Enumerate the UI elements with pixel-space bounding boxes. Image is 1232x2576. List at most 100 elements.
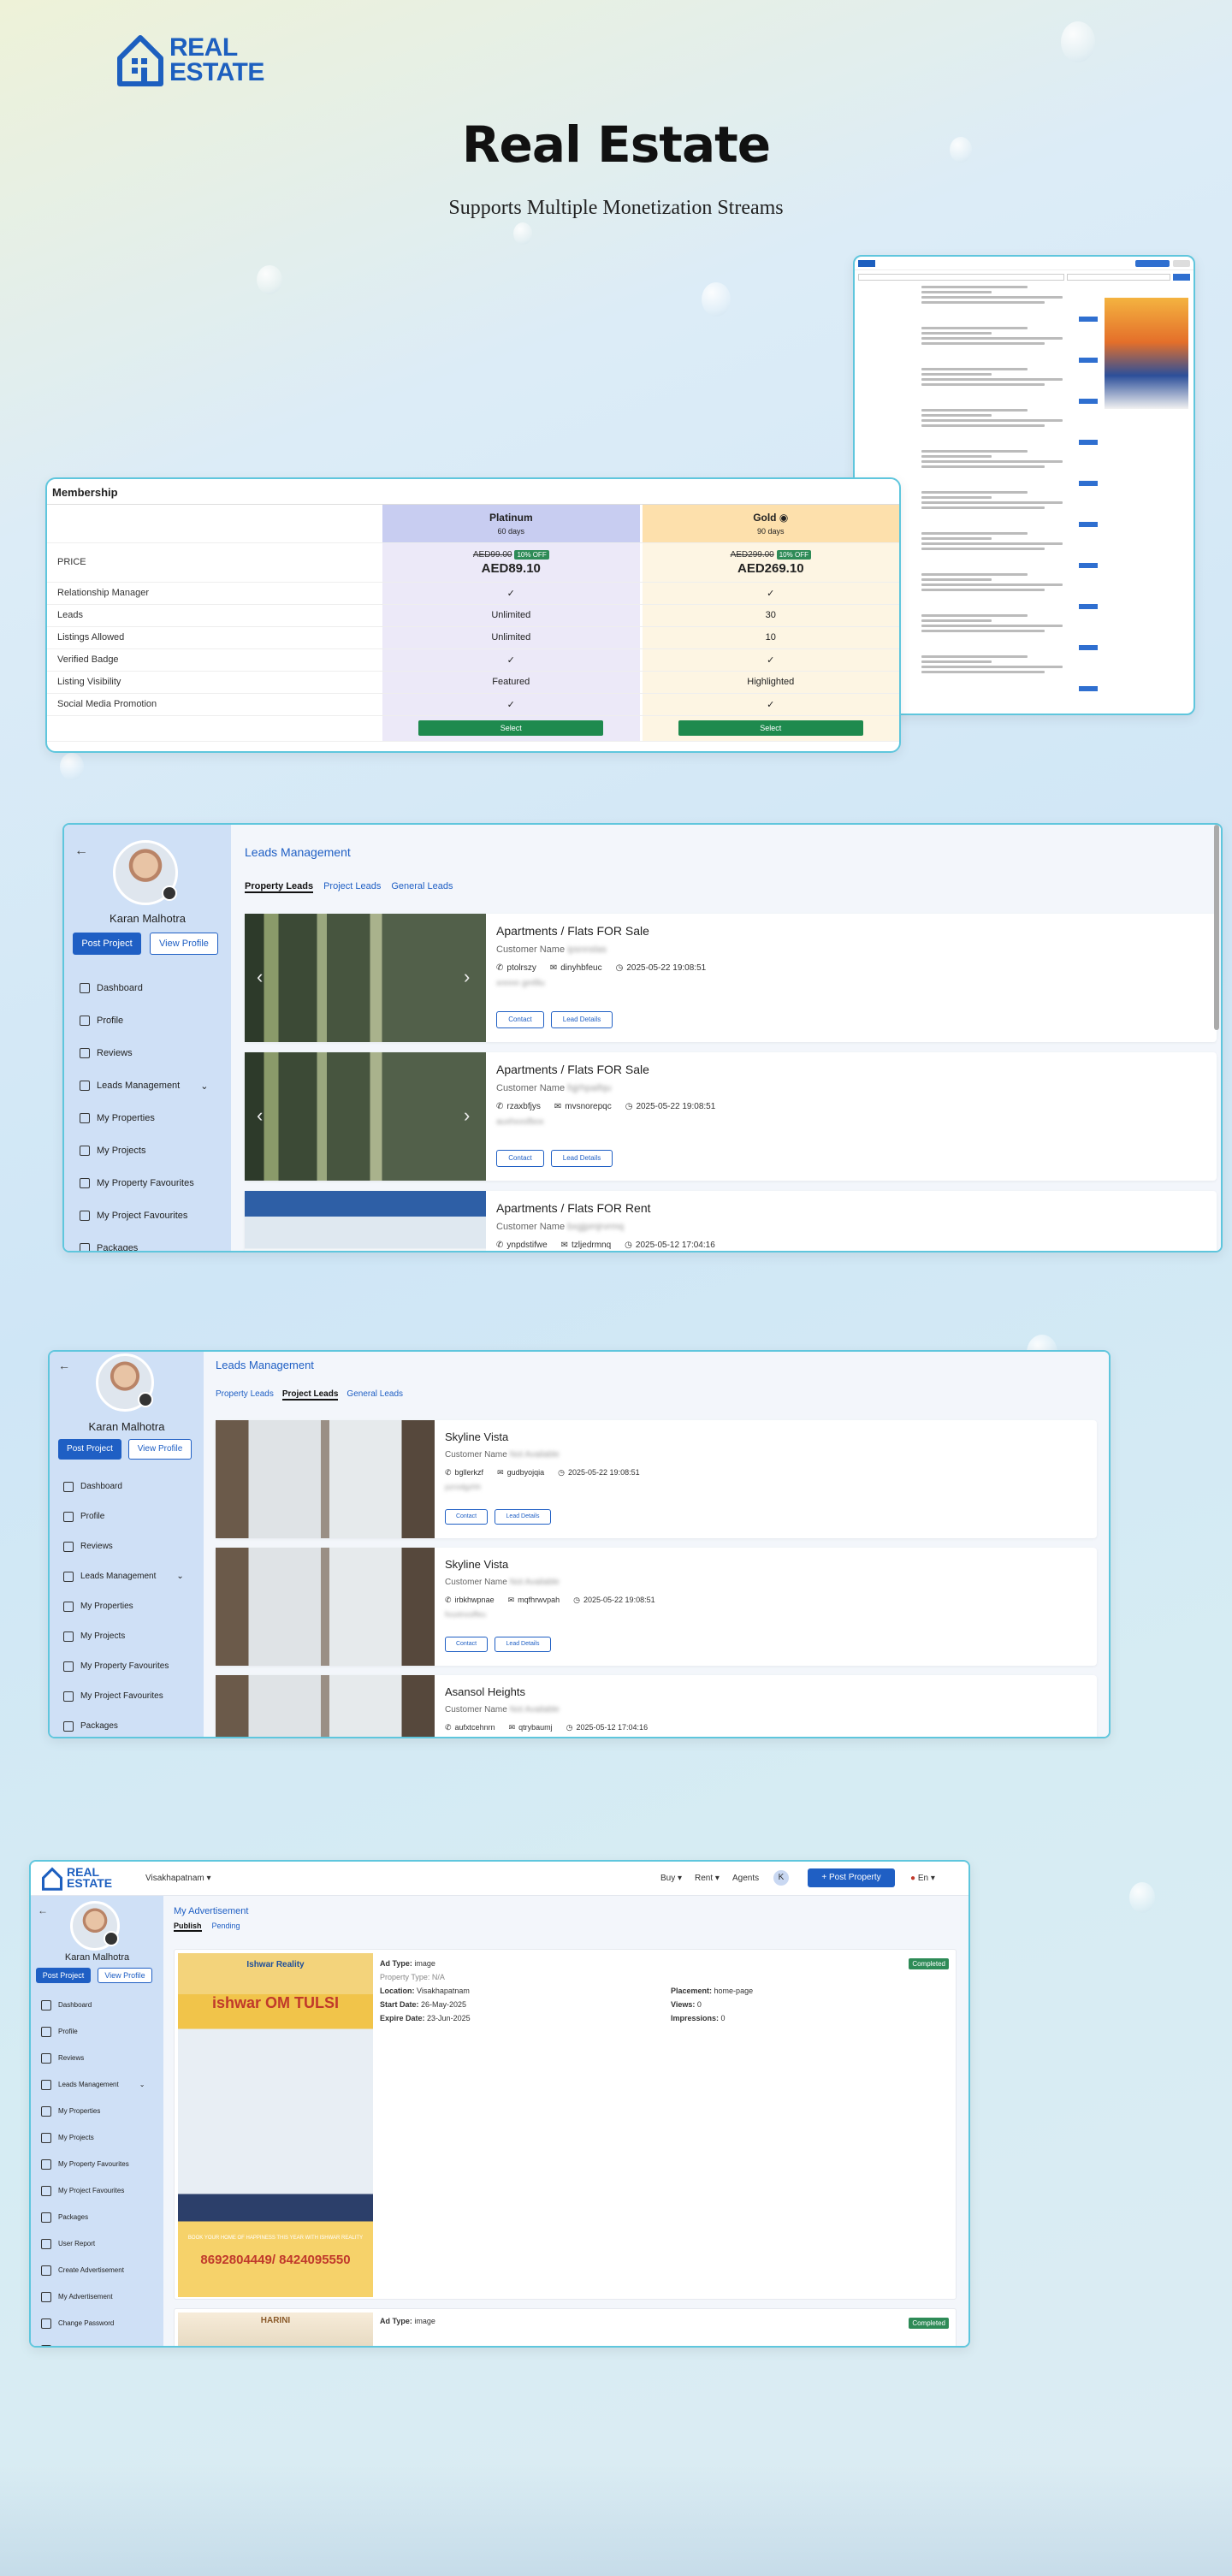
sidebar-item-my-project-favourites[interactable]: My Project Favourites <box>80 1199 208 1232</box>
lead-details-button[interactable]: Lead Details <box>551 1011 613 1028</box>
listing-button[interactable] <box>1079 563 1098 568</box>
user-avatar[interactable]: K <box>773 1870 789 1886</box>
leads-icon <box>63 1571 74 1582</box>
chevron-down-icon[interactable]: ⌄ <box>176 1572 183 1581</box>
sidebar-item-my-projects[interactable]: My Projects <box>63 1621 184 1651</box>
sidebar-item-my-property-favourites[interactable]: My Property Favourites <box>41 2151 145 2177</box>
chevron-right-icon[interactable]: › <box>464 1243 470 1251</box>
tab-project-leads[interactable]: Project Leads <box>323 881 381 893</box>
select-platinum-button[interactable]: Select <box>418 720 604 736</box>
sidebar-item-reviews[interactable]: Reviews <box>63 1531 184 1561</box>
listing-button[interactable] <box>1079 358 1098 363</box>
view-profile-button[interactable]: View Profile <box>98 1968 152 1983</box>
lead-title[interactable]: Skyline Vista <box>445 1430 508 1443</box>
contact-button[interactable]: Contact <box>496 1011 544 1028</box>
post-project-button[interactable]: Post Project <box>58 1439 121 1460</box>
language-selector[interactable]: ● En ▾ <box>910 1874 935 1883</box>
tab-property-leads[interactable]: Property Leads <box>216 1389 274 1401</box>
sidebar-item-my-properties[interactable]: My Properties <box>80 1102 208 1134</box>
listing-button[interactable] <box>1079 522 1098 527</box>
listing-button[interactable] <box>1079 686 1098 691</box>
listing-button[interactable] <box>1079 440 1098 445</box>
tab-publish[interactable]: Publish <box>174 1922 202 1932</box>
chevron-down-icon[interactable]: ⌄ <box>200 1081 208 1092</box>
sidebar-item-packages[interactable]: Packages <box>63 1711 184 1737</box>
lead-title[interactable]: Skyline Vista <box>445 1558 508 1571</box>
tab-general-leads[interactable]: General Leads <box>346 1389 403 1401</box>
post-property-button[interactable]: + Post Property <box>808 1868 895 1887</box>
lead-title[interactable]: Apartments / Flats FOR Sale <box>496 924 649 938</box>
post-project-button[interactable]: Post Project <box>73 933 141 955</box>
listing-button[interactable] <box>1079 317 1098 322</box>
phone-icon: ✆ <box>445 1468 452 1477</box>
tab-project-leads[interactable]: Project Leads <box>281 1389 339 1401</box>
property-favourites-icon <box>80 1178 90 1188</box>
chevron-left-icon[interactable]: ‹ <box>257 966 263 988</box>
listing-button[interactable] <box>1079 399 1098 404</box>
rent-menu[interactable]: Rent ▾ <box>695 1874 720 1883</box>
lead-title[interactable]: Apartments / Flats FOR Rent <box>496 1201 651 1215</box>
sidebar-item-dashboard[interactable]: Dashboard <box>80 972 208 1004</box>
tab-general-leads[interactable]: General Leads <box>391 881 453 893</box>
contact-button[interactable]: Contact <box>496 1150 544 1167</box>
back-arrow-icon[interactable]: ← <box>38 1904 48 1916</box>
back-arrow-icon[interactable]: ← <box>74 844 88 859</box>
sidebar-item-packages[interactable]: Packages <box>80 1232 208 1251</box>
sidebar-item-leads-management[interactable]: Leads Management ⌄ <box>80 1069 208 1102</box>
contact-button[interactable]: Contact <box>445 1637 488 1652</box>
sidebar-item-profile[interactable]: Profile <box>80 1004 208 1037</box>
post-project-button[interactable]: Post Project <box>36 1968 91 1983</box>
lead-details-button[interactable]: Lead Details <box>551 1150 613 1167</box>
select-gold-button[interactable]: Select <box>678 720 863 736</box>
sidebar-item-my-projects[interactable]: My Projects <box>80 1134 208 1167</box>
tab-pending[interactable]: Pending <box>212 1922 240 1932</box>
sidebar-item-my-properties[interactable]: My Properties <box>63 1591 184 1621</box>
sidebar-item-my-project-favourites[interactable]: My Project Favourites <box>41 2177 145 2204</box>
tab-property-leads[interactable]: Property Leads <box>245 881 314 893</box>
city-selector[interactable]: Visakhapatnam ▾ <box>145 1874 211 1883</box>
view-profile-button[interactable]: View Profile <box>150 933 218 955</box>
sidebar-item-my-project-favourites[interactable]: My Project Favourites <box>63 1681 184 1711</box>
listing-button[interactable] <box>1079 604 1098 609</box>
sidebar-item-my-projects[interactable]: My Projects <box>41 2124 145 2151</box>
sidebar-item-reviews[interactable]: Reviews <box>41 2045 145 2071</box>
sidebar-item-dashboard[interactable]: Dashboard <box>63 1472 184 1501</box>
sidebar-item-my-properties[interactable]: My Properties <box>41 2098 145 2124</box>
chevron-down-icon[interactable]: ⌄ <box>139 2081 145 2088</box>
clock-icon: ◷ <box>573 1596 581 1604</box>
sidebar-item-my-advertisement[interactable]: My Advertisement <box>41 2283 145 2310</box>
ad-card: HARINI Completed Ad Type: image <box>174 2308 957 2346</box>
buy-menu[interactable]: Buy ▾ <box>660 1874 682 1883</box>
feature-label: Relationship Manager <box>47 582 383 605</box>
chevron-right-icon[interactable]: › <box>464 1104 470 1127</box>
back-arrow-icon[interactable]: ← <box>58 1359 70 1372</box>
listing-button[interactable] <box>1079 645 1098 650</box>
lead-details-button[interactable]: Lead Details <box>495 1509 551 1525</box>
sidebar-item-logout[interactable]: Logout <box>41 2336 145 2346</box>
sidebar-item-packages[interactable]: Packages <box>41 2204 145 2230</box>
sidebar-item-leads-management[interactable]: Leads Management ⌄ <box>63 1561 184 1591</box>
platinum-feature-value: Unlimited <box>382 604 640 627</box>
sidebar-item-dashboard[interactable]: Dashboard <box>41 1992 145 2018</box>
sidebar-item-create-advertisement[interactable]: Create Advertisement <box>41 2257 145 2283</box>
chevron-left-icon[interactable]: ‹ <box>257 1104 263 1127</box>
sidebar-item-profile[interactable]: Profile <box>63 1501 184 1531</box>
chevron-right-icon[interactable]: › <box>464 966 470 988</box>
sidebar-item-leads-management[interactable]: Leads Management ⌄ <box>41 2071 145 2098</box>
lead-title[interactable]: Asansol Heights <box>445 1685 525 1698</box>
sidebar-item-user-report[interactable]: User Report <box>41 2230 145 2257</box>
packages-icon <box>80 1243 90 1251</box>
view-profile-button[interactable]: View Profile <box>128 1439 192 1460</box>
sidebar-item-reviews[interactable]: Reviews <box>80 1037 208 1069</box>
contact-button[interactable]: Contact <box>445 1509 488 1525</box>
sidebar-item-my-property-favourites[interactable]: My Property Favourites <box>63 1651 184 1681</box>
listing-row <box>858 325 1098 363</box>
chevron-left-icon[interactable]: ‹ <box>257 1243 263 1251</box>
lead-details-button[interactable]: Lead Details <box>495 1637 551 1652</box>
lead-title[interactable]: Apartments / Flats FOR Sale <box>496 1063 649 1076</box>
sidebar-item-my-property-favourites[interactable]: My Property Favourites <box>80 1167 208 1199</box>
sidebar-item-profile[interactable]: Profile <box>41 2018 145 2045</box>
sidebar-item-change-password[interactable]: Change Password <box>41 2310 145 2336</box>
listing-button[interactable] <box>1079 481 1098 486</box>
agents-link[interactable]: Agents <box>732 1874 759 1883</box>
